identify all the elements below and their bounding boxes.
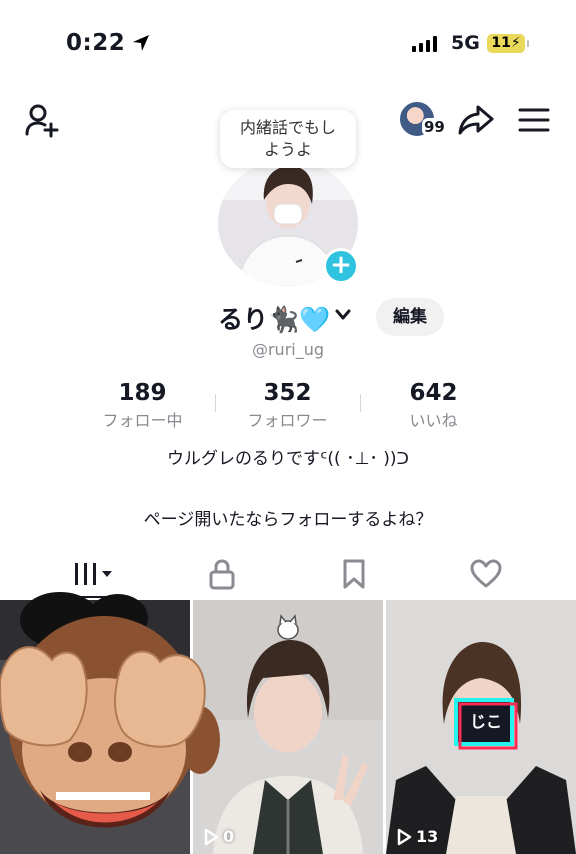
share-profile-button[interactable]	[456, 102, 496, 138]
view-count-text: 13	[416, 827, 439, 846]
video-thumbnail	[193, 600, 383, 854]
share-arrow-icon	[458, 105, 494, 135]
video-tile[interactable]: じこ 13	[386, 600, 576, 854]
view-count: 13	[396, 827, 438, 846]
video-sticker-text: じこ	[470, 712, 503, 731]
nickname: るり🐈‍⬛🩵	[218, 305, 331, 334]
grid-videos-icon	[75, 563, 112, 585]
play-icon	[397, 828, 412, 845]
stat-followers-value: 352	[263, 380, 312, 406]
battery-icon: 11⚡	[487, 34, 529, 53]
video-tile[interactable]: 0	[193, 600, 383, 854]
see-no-evil-monkey-sticker	[0, 592, 220, 828]
location-arrow-icon	[133, 35, 150, 51]
stat-following-label: フォロー中	[102, 411, 183, 430]
tab-liked[interactable]	[414, 554, 558, 594]
profile-stats: 189 フォロー中 352 フォロワー 642 いいね	[70, 380, 506, 432]
stat-likes-value: 642	[409, 380, 458, 406]
stat-followers-label: フォロワー	[247, 411, 328, 430]
tab-saved[interactable]	[282, 554, 426, 594]
stat-followers[interactable]: 352 フォロワー	[215, 380, 360, 431]
stat-following-value: 189	[118, 380, 167, 406]
menu-button[interactable]	[514, 104, 554, 136]
heart-icon	[470, 559, 502, 588]
bio-line-1: ウルグレのるりですᑦ(( ･⊥･ ))ᑐ	[167, 449, 409, 469]
lock-icon	[209, 559, 235, 590]
edit-profile-button[interactable]: 編集	[376, 298, 444, 336]
status-time: 0:22	[66, 30, 151, 56]
username: @ruri_ug	[251, 340, 325, 359]
cellular-signal-icon	[412, 36, 437, 52]
status-time-text: 0:22	[66, 30, 126, 56]
stat-likes[interactable]: 642 いいね	[361, 380, 506, 431]
bio-line-2: ページ開いたならフォローするよね？	[143, 510, 433, 530]
note-bubble-line1: 内緒話でもし	[239, 118, 336, 137]
view-count-text: 0	[223, 827, 235, 846]
tab-private[interactable]	[150, 554, 294, 594]
network-type: 5G	[451, 32, 480, 54]
note-bubble-line2: ようよ	[263, 140, 312, 159]
status-bar: 0:22 5G 11⚡	[0, 0, 576, 88]
name-row: るり🐈‍⬛🩵 編集	[0, 298, 576, 338]
add-user-icon	[25, 104, 59, 138]
note-bubble[interactable]: 内緒話でもし ようよ	[220, 110, 356, 168]
friend-count-badge: 99	[422, 118, 447, 136]
chevron-down-icon[interactable]	[334, 306, 352, 327]
add-friend-button[interactable]	[22, 100, 62, 140]
add-story-button[interactable]: +	[323, 248, 359, 284]
stat-following[interactable]: 189 フォロー中	[70, 380, 215, 431]
tab-videos[interactable]	[22, 554, 166, 594]
bookmark-icon	[343, 559, 365, 589]
hamburger-menu-icon	[518, 108, 550, 132]
stat-likes-label: いいね	[409, 411, 458, 430]
battery-level: 11	[491, 35, 511, 51]
